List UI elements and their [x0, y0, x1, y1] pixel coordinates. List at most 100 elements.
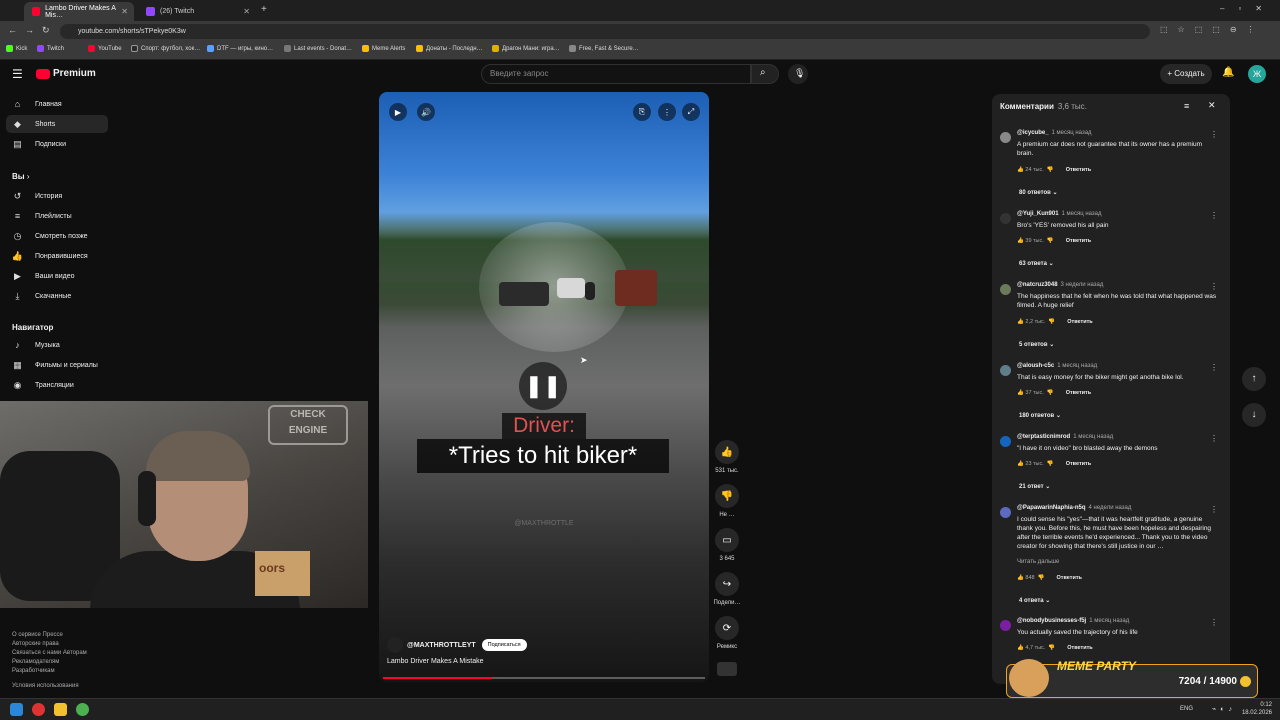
- chrome-icon[interactable]: [76, 703, 89, 716]
- dislike-button[interactable]: 👎 Не …: [708, 484, 746, 518]
- more-vert-icon[interactable]: ⋮: [1210, 363, 1218, 372]
- reply-button[interactable]: Ответить: [1067, 645, 1092, 651]
- more-vert-icon[interactable]: ⋮: [1210, 130, 1218, 139]
- new-tab-icon[interactable]: +: [261, 4, 267, 15]
- replies-toggle[interactable]: 180 ответов ⌄: [1019, 412, 1061, 419]
- replies-toggle[interactable]: 80 ответов ⌄: [1019, 189, 1058, 196]
- bell-icon[interactable]: 🔔: [1222, 67, 1234, 78]
- sidebar-item-home[interactable]: ⌂ Главная: [6, 95, 108, 113]
- sidebar-item-liked[interactable]: 👍 Понравившиеся: [6, 247, 108, 265]
- bookmark-item[interactable]: Twitch: [37, 45, 64, 52]
- comment-author[interactable]: @terptasticnimrod 1 месяц назад: [1017, 434, 1113, 440]
- read-more-link[interactable]: Читать дальше: [1017, 559, 1059, 565]
- commenter-avatar[interactable]: [1000, 436, 1011, 447]
- reply-button[interactable]: Ответить: [1066, 238, 1091, 244]
- bookmark-item[interactable]: Донаты - Последн…: [416, 45, 483, 52]
- share-button[interactable]: ↪ Подели…: [708, 572, 746, 606]
- reply-button[interactable]: Ответить: [1066, 461, 1091, 467]
- bookmark-item[interactable]: Спорт: футбол, хок…: [131, 45, 200, 52]
- sound-thumbnail[interactable]: [717, 662, 737, 676]
- bookmark-item[interactable]: Драгон Мани: игра…: [492, 45, 560, 52]
- yandex-browser-icon[interactable]: [32, 703, 45, 716]
- avatar[interactable]: Ж: [1248, 65, 1266, 83]
- windows-start-icon[interactable]: [10, 703, 23, 716]
- sort-icon[interactable]: ≡: [1184, 101, 1189, 111]
- sidebar-item-history[interactable]: ↺ История: [6, 187, 108, 205]
- nav-arrows-icon[interactable]: ←→↻: [8, 25, 58, 36]
- arrow-up-icon[interactable]: ↑: [1242, 367, 1266, 391]
- comment-author[interactable]: @Yuji_Kun901 1 месяц назад: [1017, 211, 1102, 217]
- footer-link[interactable]: Рекламодателям: [12, 659, 59, 665]
- sidebar-item-movies[interactable]: ▦ Фильмы и сериалы: [6, 356, 108, 374]
- search-button[interactable]: ⌕: [751, 64, 779, 84]
- channel-name[interactable]: @MAXTHROTTLEYT: [407, 642, 476, 649]
- tab-twitch[interactable]: (26) Twitch ✕: [138, 2, 256, 21]
- pause-icon[interactable]: ❚❚: [519, 362, 567, 410]
- bookmark-item[interactable]: DTF — игры, кино…: [207, 45, 273, 52]
- file-explorer-icon[interactable]: [54, 703, 67, 716]
- volume-icon[interactable]: 🔊: [417, 103, 435, 121]
- commenter-avatar[interactable]: [1000, 284, 1011, 295]
- subscribe-button[interactable]: Подписаться: [481, 639, 527, 651]
- footer-link[interactable]: О сервисе Прессе: [12, 632, 63, 638]
- reply-button[interactable]: Ответить: [1056, 575, 1081, 581]
- reply-button[interactable]: Ответить: [1066, 390, 1091, 396]
- close-tab-icon[interactable]: ✕: [121, 7, 128, 16]
- shorts-video-player[interactable]: ▶ 🔊 ⎘ ⋮ ⤢ ❚❚ Driver: *Tries to hit biker…: [379, 92, 709, 682]
- footer-link[interactable]: Разработчикам: [12, 668, 55, 674]
- more-vert-icon[interactable]: ⋮: [1210, 505, 1218, 514]
- youtube-logo[interactable]: Premium: [36, 68, 96, 79]
- channel-avatar[interactable]: [387, 637, 403, 653]
- progress-bar[interactable]: [383, 677, 705, 679]
- comment-author[interactable]: @PapawarinNaphia-n5q 4 недели назад: [1017, 505, 1131, 511]
- bookmark-item[interactable]: Free, Fast & Secure…: [569, 45, 639, 52]
- sidebar-section-you[interactable]: Вы ›: [12, 172, 30, 181]
- reply-button[interactable]: Ответить: [1066, 167, 1091, 173]
- clock[interactable]: 0:12 18.02.2026: [1242, 701, 1272, 717]
- menu-icon[interactable]: ☰: [12, 67, 23, 81]
- more-vert-icon[interactable]: ⋮: [658, 103, 676, 121]
- comments-button[interactable]: ▭ 3 645: [708, 528, 746, 562]
- play-icon[interactable]: ▶: [389, 103, 407, 121]
- fullscreen-icon[interactable]: ⤢: [682, 103, 700, 121]
- replies-toggle[interactable]: 21 ответ ⌄: [1019, 483, 1050, 490]
- bookmark-item[interactable]: YouTube: [88, 45, 122, 52]
- close-icon[interactable]: ✕: [1208, 100, 1216, 111]
- comment-author[interactable]: @icycube_ 1 месяц назад: [1017, 130, 1092, 136]
- close-tab-icon[interactable]: ✕: [243, 7, 250, 16]
- sidebar-item-music[interactable]: ♪ Музыка: [6, 336, 108, 354]
- more-vert-icon[interactable]: ⋮: [1210, 211, 1218, 220]
- sidebar-item-watch-later[interactable]: ◷ Смотреть позже: [6, 227, 108, 245]
- language-indicator[interactable]: ENG: [1180, 706, 1193, 712]
- reply-button[interactable]: Ответить: [1067, 319, 1092, 325]
- captions-icon[interactable]: ⎘: [633, 103, 651, 121]
- comment-author[interactable]: @nobodybusinesses-f5j 1 месяц назад: [1017, 618, 1129, 624]
- bookmark-item[interactable]: Last events - Donat…: [284, 45, 352, 52]
- commenter-avatar[interactable]: [1000, 620, 1011, 631]
- like-button[interactable]: 👍 531 тыс.: [708, 440, 746, 474]
- search-input[interactable]: Введите запрос: [481, 64, 751, 84]
- footer-link[interactable]: Условия использования: [12, 683, 79, 689]
- replies-toggle[interactable]: 5 ответов ⌄: [1019, 341, 1054, 348]
- create-button[interactable]: + Создать: [1160, 64, 1212, 84]
- browser-toolbar-icons[interactable]: ⬚☆⬚⬚⊖⋮: [1160, 25, 1265, 34]
- bookmark-item[interactable]: Meme Alerts: [362, 45, 405, 52]
- url-field[interactable]: youtube.com/shorts/sTPekye0K3w: [60, 24, 1150, 39]
- footer-link[interactable]: Авторские права: [12, 641, 59, 647]
- arrow-down-icon[interactable]: ↓: [1242, 403, 1266, 427]
- comment-author[interactable]: @natcruz3048 3 недели назад: [1017, 282, 1103, 288]
- footer-link[interactable]: Связаться с нами Авторам: [12, 650, 87, 656]
- replies-toggle[interactable]: 4 ответа ⌄: [1019, 597, 1050, 604]
- video-title[interactable]: Lambo Driver Makes A Mistake: [387, 658, 483, 665]
- commenter-avatar[interactable]: [1000, 507, 1011, 518]
- bookmark-item[interactable]: Kick: [6, 45, 27, 52]
- voice-search-button[interactable]: 🎙: [788, 64, 808, 84]
- more-vert-icon[interactable]: ⋮: [1210, 618, 1218, 627]
- sidebar-item-live[interactable]: ◉ Трансляции: [6, 376, 108, 394]
- remix-button[interactable]: ⟳ Ремикс: [708, 616, 746, 650]
- sidebar-item-subscriptions[interactable]: ▤ Подписки: [6, 135, 108, 153]
- sidebar-item-playlists[interactable]: ≡ Плейлисты: [6, 207, 108, 225]
- commenter-avatar[interactable]: [1000, 132, 1011, 143]
- more-vert-icon[interactable]: ⋮: [1210, 282, 1218, 291]
- comment-author[interactable]: @aloush-c5c 1 месяц назад: [1017, 363, 1097, 369]
